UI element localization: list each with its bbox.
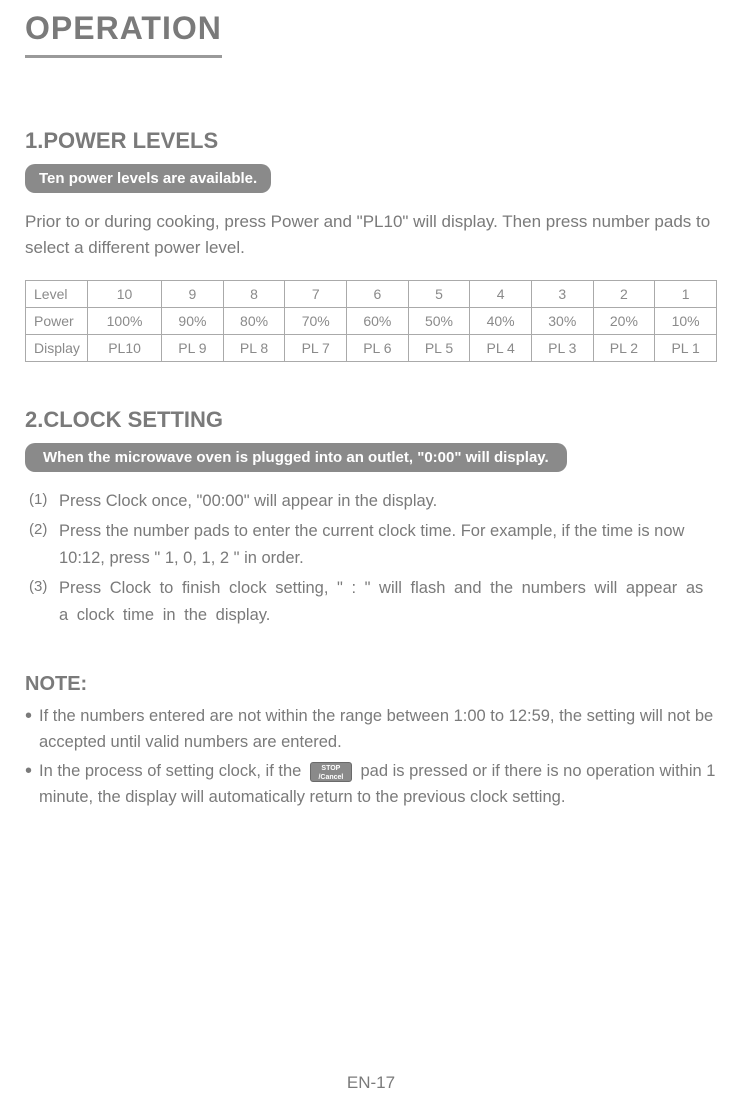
list-item: (1) Press Clock once, "00:00" will appea… — [29, 488, 717, 514]
section-clock-setting: 2.CLOCK SETTING When the microwave oven … — [25, 407, 717, 628]
section-title-2: 2.CLOCK SETTING — [25, 407, 717, 433]
clock-steps-list: (1) Press Clock once, "00:00" will appea… — [25, 488, 717, 628]
power-levels-intro: Prior to or during cooking, press Power … — [25, 209, 717, 260]
row-header: Power — [26, 308, 88, 335]
section-power-levels: 1.POWER LEVELS Ten power levels are avai… — [25, 128, 717, 362]
bullet-icon: • — [25, 759, 39, 810]
stop-cancel-button-icon: STOP/Cancel — [310, 762, 352, 782]
table-row: Display PL10 PL 9 PL 8 PL 7 PL 6 PL 5 PL… — [26, 335, 717, 362]
list-item: (2) Press the number pads to enter the c… — [29, 518, 717, 571]
bullet-icon: • — [25, 704, 39, 755]
main-title: OPERATION — [25, 10, 222, 58]
table-row: Power 100% 90% 80% 70% 60% 50% 40% 30% 2… — [26, 308, 717, 335]
row-header: Level — [26, 281, 88, 308]
table-row: Level 10 9 8 7 6 5 4 3 2 1 — [26, 281, 717, 308]
power-levels-table: Level 10 9 8 7 6 5 4 3 2 1 Power 100% 90… — [25, 280, 717, 362]
note-section: NOTE: • If the numbers entered are not w… — [25, 673, 717, 810]
section-title-1: 1.POWER LEVELS — [25, 128, 717, 154]
list-item: (3) Press Clock to finish clock setting,… — [29, 575, 717, 628]
pill-clock-setting: When the microwave oven is plugged into … — [25, 443, 567, 472]
note-item: • In the process of setting clock, if th… — [25, 759, 717, 810]
note-title: NOTE: — [25, 673, 717, 696]
note-item: • If the numbers entered are not within … — [25, 704, 717, 755]
page-number: EN-17 — [0, 1073, 742, 1093]
pill-power-levels: Ten power levels are available. — [25, 164, 271, 193]
row-header: Display — [26, 335, 88, 362]
